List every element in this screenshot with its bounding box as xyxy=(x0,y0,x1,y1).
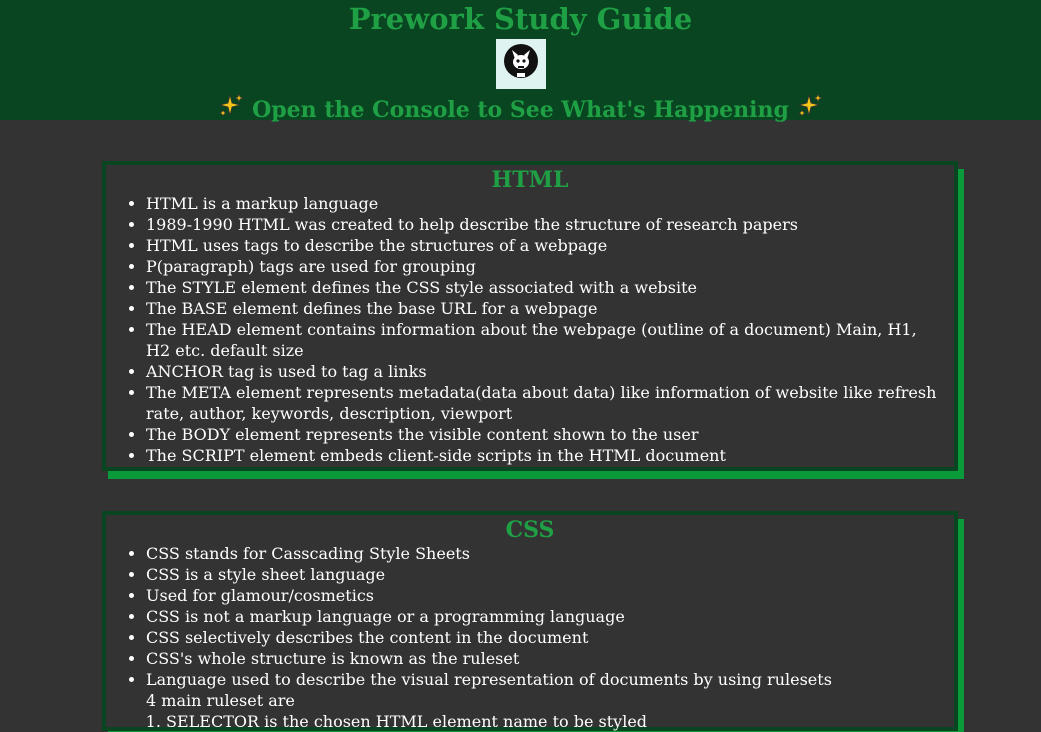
section-heading: HTML xyxy=(491,167,569,193)
list-item: The HEAD element contains information ab… xyxy=(146,319,944,361)
list-item: HTML uses tags to describe the structure… xyxy=(146,235,944,256)
sparkles-icon xyxy=(218,92,245,126)
list-item: CSS is not a markup language or a progra… xyxy=(146,606,944,627)
section-heading: CSS xyxy=(505,517,555,543)
sparkles-icon xyxy=(797,92,823,126)
tagline-text: Open the Console to See What's Happening xyxy=(252,97,789,123)
ruleset-intro: 4 main ruleset are xyxy=(146,691,295,710)
list-item: ANCHOR tag is used to tag a links xyxy=(146,361,944,382)
css-section: CSS CSS stands for Casscading Style Shee… xyxy=(102,511,958,731)
html-section: HTML HTML is a markup language 1989-1990… xyxy=(102,161,958,471)
list-item: P(paragraph) tags are used for grouping xyxy=(146,256,944,277)
list-item: The STYLE element defines the CSS style … xyxy=(146,277,944,298)
list-item: CSS stands for Casscading Style Sheets xyxy=(146,543,944,564)
ruleset-item: SELECTOR is the chosen HTML element name… xyxy=(166,711,944,732)
list-item: Used for glamour/cosmetics xyxy=(146,585,944,606)
page-header: Prework Study Guide Open the Console to … xyxy=(0,0,1041,123)
cat-avatar-icon xyxy=(495,39,546,89)
list-item: CSS's whole structure is known as the ru… xyxy=(146,648,944,669)
list-item: The BODY element represents the visible … xyxy=(146,424,944,445)
tagline: Open the Console to See What's Happening xyxy=(0,92,1041,126)
list-item-text: Language used to describe the visual rep… xyxy=(146,670,832,689)
page-title: Prework Study Guide xyxy=(348,2,693,36)
html-notes-list: HTML is a markup language 1989-1990 HTML… xyxy=(106,193,954,466)
list-item: CSS is a style sheet language xyxy=(146,564,944,585)
ruleset-list: SELECTOR is the chosen HTML element name… xyxy=(146,711,944,732)
list-item: The META element represents metadata(dat… xyxy=(146,382,944,424)
list-item: HTML is a markup language xyxy=(146,193,944,214)
list-item: The SCRIPT element embeds client-side sc… xyxy=(146,445,944,466)
css-notes-list: CSS stands for Casscading Style Sheets C… xyxy=(106,543,954,732)
list-item: CSS selectively describes the content in… xyxy=(146,627,944,648)
list-item: Language used to describe the visual rep… xyxy=(146,669,944,732)
list-item: The BASE element defines the base URL fo… xyxy=(146,298,944,319)
list-item: 1989-1990 HTML was created to help descr… xyxy=(146,214,944,235)
